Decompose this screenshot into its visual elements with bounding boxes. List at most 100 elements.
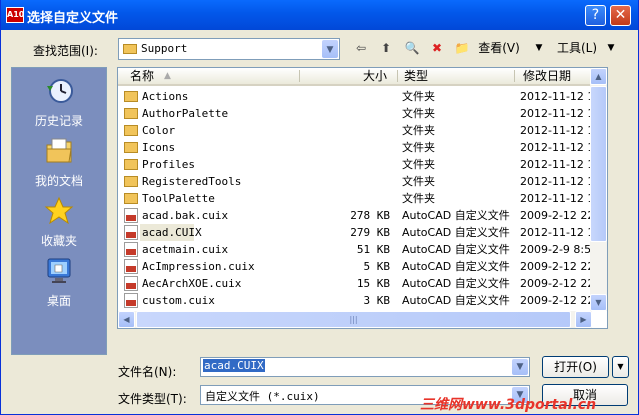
- file-row[interactable]: acad.CUIX 279 KB AutoCAD 自定义文件 2012-11-12 1…: [118, 224, 607, 241]
- scroll-left-icon[interactable]: ◀: [118, 311, 135, 328]
- vertical-scroll-thumb[interactable]: [590, 86, 607, 242]
- place-desktop-label: 桌面: [46, 294, 71, 308]
- file-list[interactable]: 名称 ▲ 大小 类型 修改日期 Actions 文件夹 2012-11-12 12:…: [117, 67, 608, 329]
- file-modified: 2009-2-12 22:3: [520, 294, 592, 307]
- place-favorites[interactable]: 收藏夹: [12, 196, 106, 254]
- file-type: 文件夹: [402, 141, 435, 154]
- file-type: AutoCAD 自定义文件: [402, 277, 510, 290]
- column-type-header[interactable]: 类型: [404, 68, 444, 84]
- file-dialog-window: A10 选择自定义文件 ? ✕ 查找范围(I): Support ▼ ⇦ ⬆ 🔍…: [0, 0, 639, 415]
- file-modified: 2012-11-12 12:0: [520, 226, 592, 239]
- filename-input[interactable]: acad.CUIX ▼: [200, 357, 530, 377]
- filetype-label: 文件类型(T):: [118, 392, 187, 406]
- open-button[interactable]: 打开(O): [542, 356, 609, 378]
- help-button[interactable]: ?: [585, 5, 606, 26]
- delete-icon[interactable]: ✖: [427, 38, 447, 58]
- file-row[interactable]: acad.bak.cuix 278 KB AutoCAD 自定义文件 2009-2-1…: [118, 207, 607, 224]
- folder-row[interactable]: Profiles 文件夹 2012-11-12 12:0: [118, 156, 607, 173]
- folder-icon: [124, 176, 138, 187]
- file-modified: 2012-11-12 12:0: [520, 175, 592, 188]
- horizontal-scroll-thumb[interactable]: |||: [136, 311, 571, 328]
- places-bar: 历史记录 我的文档 收藏夹 桌面: [11, 67, 107, 355]
- folder-row[interactable]: ToolPalette 文件夹 2012-11-12 12:0: [118, 190, 607, 207]
- desktop-icon: [47, 258, 71, 283]
- folder-icon: [124, 159, 138, 170]
- lookin-dropdown[interactable]: Support ▼: [118, 38, 340, 60]
- filename-label: 文件名(N):: [118, 365, 177, 379]
- search-web-icon[interactable]: 🔍: [402, 38, 422, 58]
- horizontal-scrollbar[interactable]: ◀ ||| ▶: [118, 311, 592, 328]
- window-title: 选择自定义文件: [27, 11, 119, 26]
- tools-menu[interactable]: 工具(L): [554, 38, 600, 58]
- cuix-file-icon: [124, 208, 138, 223]
- file-modified: 2009-2-9 8:53: [520, 243, 592, 256]
- lookin-label: 查找范围(I):: [33, 44, 98, 58]
- file-name: acetmain.cuix: [142, 243, 229, 256]
- views-menu[interactable]: 查看(V): [476, 38, 522, 58]
- file-modified: 2012-11-12 12:0: [520, 90, 592, 103]
- lookin-value: Support: [141, 42, 188, 55]
- folder-row[interactable]: Color 文件夹 2012-11-12 12:0: [118, 122, 607, 139]
- place-history-label: 历史记录: [34, 114, 83, 128]
- file-row[interactable]: AcImpression.cuix 5 KB AutoCAD 自定义文件 2009-2…: [118, 258, 607, 275]
- folder-row[interactable]: RegisteredTools 文件夹 2012-11-12 12:0: [118, 173, 607, 190]
- file-name: Actions: [142, 90, 189, 103]
- views-dropdown-arrow-icon[interactable]: ▼: [534, 38, 544, 58]
- folder-row[interactable]: Icons 文件夹 2012-11-12 12:0: [118, 139, 607, 156]
- file-modified: 2012-11-12 12:0: [520, 158, 592, 171]
- file-row[interactable]: acetmain.cuix 51 KB AutoCAD 自定义文件 2009-2-9 …: [118, 241, 607, 258]
- file-name: AecArchXOE.cuix: [142, 277, 242, 290]
- folder-row[interactable]: AuthorPalette 文件夹 2012-11-12 12:0: [118, 105, 607, 122]
- folder-row[interactable]: Actions 文件夹 2012-11-12 12:0: [118, 88, 607, 105]
- file-modified: 2009-2-12 22:3: [520, 277, 592, 290]
- file-modified: 2012-11-12 12:0: [520, 124, 592, 137]
- scroll-up-icon[interactable]: ▲: [590, 68, 607, 85]
- filename-dropdown-icon[interactable]: ▼: [512, 359, 528, 375]
- vertical-scrollbar[interactable]: ▲ ▼: [590, 68, 607, 311]
- file-type: 文件夹: [402, 192, 435, 205]
- file-type: AutoCAD 自定义文件: [402, 294, 510, 307]
- file-type: AutoCAD 自定义文件: [402, 209, 510, 222]
- title-bar[interactable]: A10 选择自定义文件 ? ✕: [1, 0, 638, 30]
- filetype-value: 自定义文件 (*.cuix): [205, 390, 320, 403]
- new-folder-icon[interactable]: 📁: [452, 38, 472, 58]
- column-modified-header[interactable]: 修改日期: [523, 68, 593, 84]
- list-header: 名称 ▲ 大小 类型 修改日期: [118, 68, 592, 86]
- file-size: 15 KB: [356, 277, 390, 290]
- open-options-arrow-icon[interactable]: ▼: [612, 356, 629, 378]
- column-size-header[interactable]: 大小: [363, 68, 393, 84]
- file-modified: 2009-2-12 22:3: [520, 260, 592, 273]
- file-size: 279 KB: [350, 226, 390, 239]
- file-modified: 2012-11-12 12:0: [520, 141, 592, 154]
- file-row[interactable]: AecArchXOE.cuix 15 KB AutoCAD 自定义文件 2009-2-…: [118, 275, 607, 292]
- back-icon[interactable]: ⇦: [351, 38, 371, 58]
- file-name: Profiles: [142, 158, 195, 171]
- place-history[interactable]: 历史记录: [12, 76, 106, 134]
- file-modified: 2009-2-12 22:3: [520, 209, 592, 222]
- folder-icon: [124, 91, 138, 102]
- file-type: 文件夹: [402, 107, 435, 120]
- file-name: ToolPalette: [142, 192, 215, 205]
- up-folder-icon[interactable]: ⬆: [376, 38, 396, 58]
- file-size: 278 KB: [350, 209, 390, 222]
- cuix-file-icon: [124, 276, 138, 291]
- close-button[interactable]: ✕: [610, 5, 631, 26]
- file-type: 文件夹: [402, 158, 435, 171]
- cuix-file-icon: [124, 259, 138, 274]
- autocad-app-icon: A10: [6, 7, 24, 23]
- file-row[interactable]: custom.cuix 3 KB AutoCAD 自定义文件 2009-2-12 22…: [118, 292, 607, 309]
- place-desktop[interactable]: 桌面: [12, 256, 106, 314]
- sort-ascending-icon: ▲: [164, 71, 171, 81]
- folder-icon: [123, 44, 137, 54]
- scroll-down-icon[interactable]: ▼: [590, 294, 607, 311]
- file-modified: 2012-11-12 12:0: [520, 107, 592, 120]
- scroll-right-icon[interactable]: ▶: [575, 311, 592, 328]
- file-name: AcImpression.cuix: [142, 260, 255, 273]
- my-documents-icon: [46, 138, 72, 163]
- file-name: custom.cuix: [142, 294, 215, 307]
- cuix-file-icon: [124, 293, 138, 308]
- file-name: RegisteredTools: [142, 175, 242, 188]
- tools-dropdown-arrow-icon[interactable]: ▼: [606, 38, 616, 58]
- place-my-documents[interactable]: 我的文档: [12, 136, 106, 194]
- cuix-file-icon: [124, 242, 138, 257]
